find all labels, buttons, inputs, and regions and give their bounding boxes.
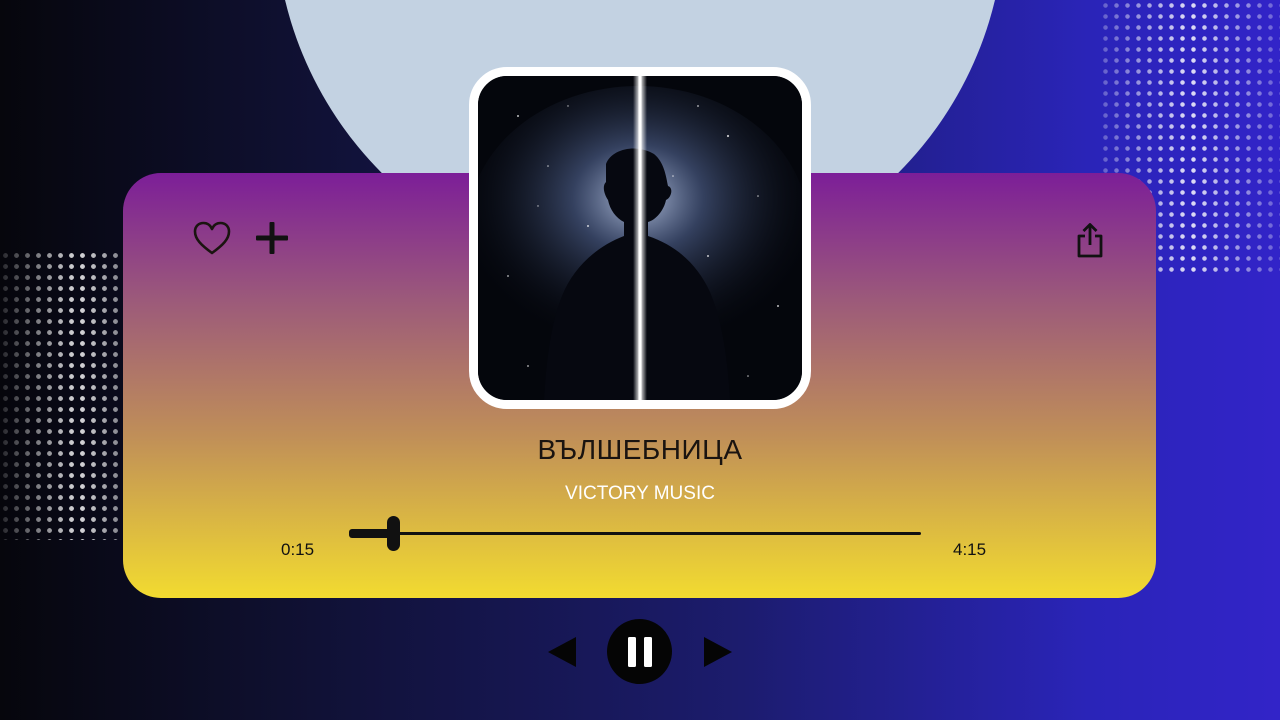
track-title: ВЪЛШЕБНИЦА	[537, 434, 743, 465]
like-button[interactable]	[190, 218, 234, 258]
add-to-playlist-button[interactable]	[252, 218, 292, 258]
track-artist: VICTORY MUSIC	[565, 483, 715, 504]
progress-bar[interactable]	[349, 516, 921, 551]
elapsed-time: 0:15	[281, 540, 315, 559]
heart-icon	[193, 221, 231, 255]
previous-track-button[interactable]	[547, 636, 577, 668]
previous-triangle-icon	[548, 637, 576, 667]
progress-thumb[interactable]	[387, 516, 401, 551]
plus-icon	[256, 222, 288, 254]
share-button[interactable]	[1070, 218, 1110, 262]
next-triangle-icon	[704, 637, 732, 667]
pause-icon-bar-right	[643, 636, 652, 667]
pause-icon-bar-left	[627, 636, 636, 667]
total-duration: 4:15	[953, 540, 987, 559]
album-cover-art	[469, 67, 811, 409]
next-track-button[interactable]	[703, 636, 733, 668]
share-icon	[1077, 223, 1103, 258]
pause-button[interactable]	[607, 619, 672, 684]
